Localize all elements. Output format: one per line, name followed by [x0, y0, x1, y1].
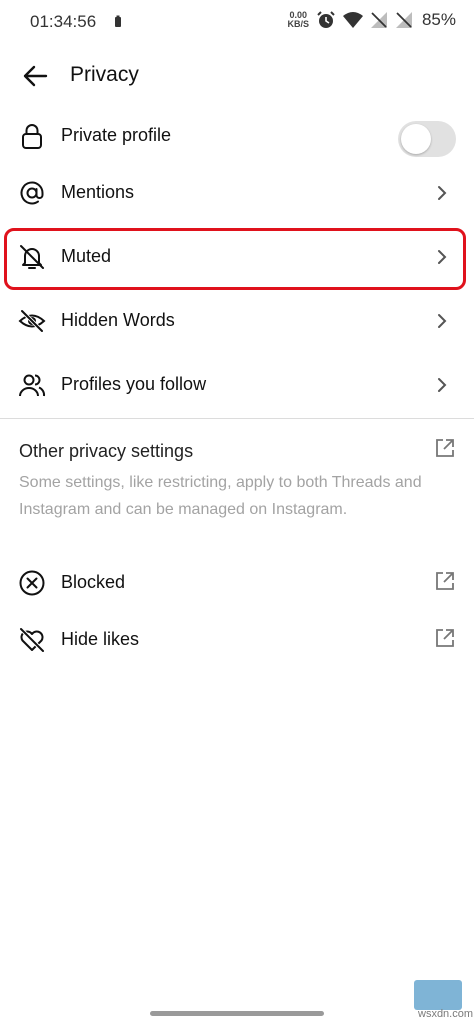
signal-off-icon — [370, 12, 387, 28]
status-bar: 01:34:56 0.00 KB/S 85% — [0, 0, 474, 44]
menu-item-label: Muted — [61, 246, 112, 266]
header: Privacy — [0, 50, 474, 102]
external-link-icon — [436, 629, 454, 647]
menu-item-label: Mentions — [61, 182, 135, 202]
watermark-text: wsxdn.com — [418, 1008, 474, 1020]
chevron-right-icon — [438, 378, 447, 392]
back-arrow-icon[interactable] — [20, 62, 50, 90]
bell-off-icon — [20, 245, 44, 269]
toggle-knob — [401, 124, 431, 154]
menu-item-label: Hidden Words — [61, 310, 175, 330]
battery-percentage: 85% — [421, 10, 456, 29]
alarm-icon — [317, 11, 335, 28]
section-divider — [0, 418, 474, 419]
heart-off-icon — [19, 627, 45, 653]
chevron-right-icon — [438, 186, 447, 200]
signal-off-icon-2 — [395, 12, 412, 28]
menu-item-private-profile[interactable]: Private profile — [0, 106, 474, 166]
page-title: Privacy — [70, 63, 139, 86]
battery-saver-icon — [115, 15, 121, 27]
status-time: 01:34:56 — [30, 12, 97, 31]
blocked-icon — [19, 570, 45, 596]
menu-item-blocked[interactable]: Blocked — [0, 553, 474, 613]
menu-item-label: Private profile — [61, 125, 172, 145]
menu-item-label: Profiles you follow — [61, 374, 207, 394]
wifi-icon — [342, 12, 363, 28]
status-icons: 0.00 KB/S 85% — [287, 10, 456, 30]
eye-off-icon — [18, 309, 46, 333]
menu-item-label: Hide likes — [61, 629, 140, 649]
menu-item-hide-likes[interactable]: Hide likes — [0, 610, 474, 670]
menu-item-hidden-words[interactable]: Hidden Words — [0, 291, 474, 351]
watermark-logo — [414, 980, 462, 1010]
at-sign-icon — [20, 181, 44, 205]
external-link-icon — [436, 572, 454, 590]
menu-item-muted[interactable]: Muted — [0, 227, 474, 287]
network-speed: 0.00 KB/S — [287, 10, 309, 29]
menu-item-profiles-you-follow[interactable]: Profiles you follow — [0, 355, 474, 415]
section-title[interactable]: Other privacy settings — [19, 441, 193, 462]
chevron-right-icon — [438, 314, 447, 328]
lock-icon — [22, 124, 42, 149]
home-indicator[interactable] — [150, 1011, 324, 1016]
external-link-icon[interactable] — [434, 437, 456, 459]
section-description: Some settings, like restricting, apply t… — [19, 474, 422, 518]
people-icon — [19, 374, 46, 397]
menu-item-mentions[interactable]: Mentions — [0, 163, 474, 223]
chevron-right-icon — [438, 250, 447, 264]
private-profile-toggle[interactable] — [398, 121, 456, 157]
menu-item-label: Blocked — [61, 572, 126, 592]
